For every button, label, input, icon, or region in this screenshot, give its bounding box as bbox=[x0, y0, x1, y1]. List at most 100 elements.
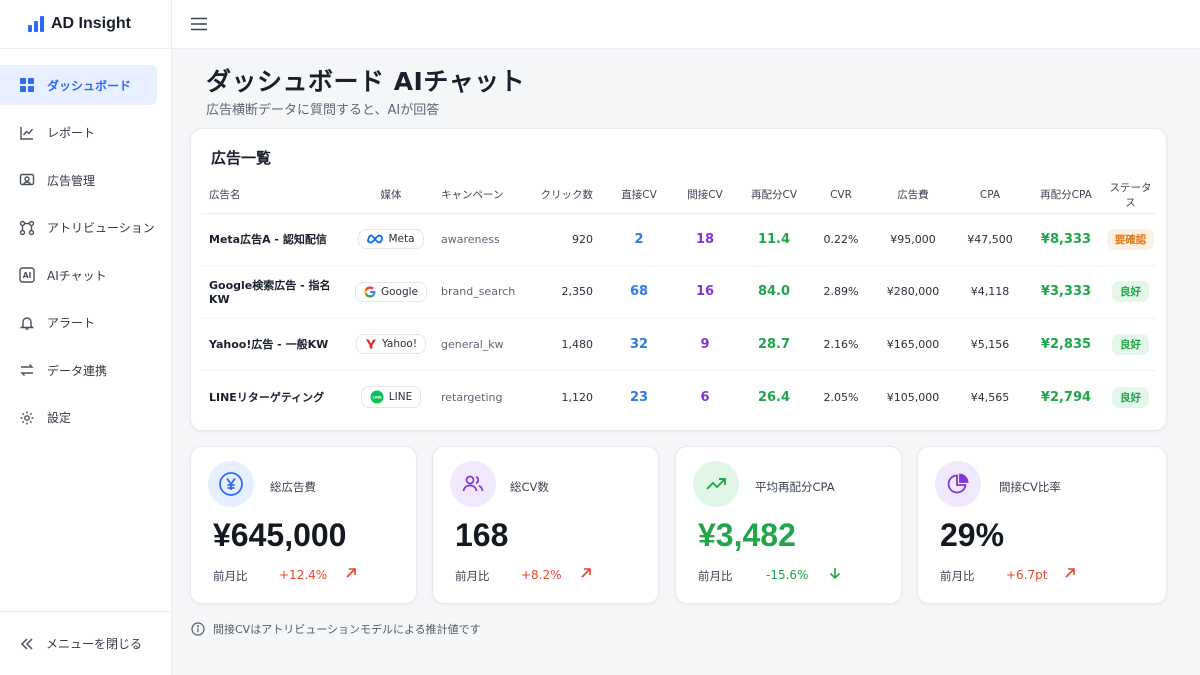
column-header[interactable]: 間接CV bbox=[671, 177, 739, 214]
ad-name[interactable]: Google検索広告 - 指名KW bbox=[201, 265, 349, 319]
column-header[interactable]: クリック数 bbox=[529, 177, 607, 214]
cpa-cell: ¥4,565 bbox=[970, 390, 1010, 404]
grid-icon bbox=[18, 76, 36, 94]
collapse-menu-button[interactable]: メニューを閉じる bbox=[0, 611, 171, 675]
gear-icon bbox=[18, 409, 36, 427]
media-chip: Yahoo! bbox=[355, 334, 427, 355]
column-header[interactable]: 広告名 bbox=[201, 177, 349, 214]
sidebar-item-data-integration[interactable]: データ連携 bbox=[0, 350, 157, 390]
column-header[interactable]: 再配分CPA bbox=[1027, 177, 1105, 214]
ads-table-title: 広告一覧 bbox=[211, 149, 272, 167]
media-cell: Meta bbox=[349, 213, 433, 266]
sidebar-item-ad-management[interactable]: 広告管理 bbox=[0, 160, 157, 200]
brand[interactable]: AD Insight bbox=[0, 0, 171, 49]
table-header-row: 広告名 媒体 キャンペーン クリック数 直接CV 間接CV 再配分CV CVR … bbox=[201, 177, 1156, 214]
media-chip: Google bbox=[354, 281, 428, 302]
kpi-card-total-cv[interactable]: 総CV数 168 前月比 +8.2% bbox=[432, 446, 659, 604]
column-header[interactable]: ステータス bbox=[1105, 177, 1156, 214]
arrow-up-right-icon bbox=[343, 565, 359, 585]
realloc-cpa-cell: ¥3,333 bbox=[1027, 265, 1105, 319]
svg-text:AI: AI bbox=[23, 271, 32, 280]
cvr-cell: 0.22% bbox=[809, 213, 873, 266]
sidebar-item-dashboard[interactable]: ダッシュボード bbox=[0, 65, 157, 105]
media-label: Meta bbox=[388, 233, 415, 246]
spend-cell: ¥280,000 bbox=[873, 265, 953, 319]
status-badge: 良好 bbox=[1112, 386, 1149, 408]
kpi-compare-label: 前月比 bbox=[213, 569, 248, 583]
kpi-card-indirect-cv-ratio[interactable]: 間接CV比率 29% 前月比 +6.7pt bbox=[917, 446, 1167, 604]
ad-name[interactable]: LINEリターゲティング bbox=[201, 371, 349, 424]
google-logo-icon bbox=[364, 286, 376, 298]
indirect-cv-cell: 18 bbox=[671, 213, 739, 266]
sidebar-item-settings[interactable]: 設定 bbox=[0, 398, 157, 438]
sync-icon bbox=[18, 361, 36, 379]
clicks-cell: 2,350 bbox=[529, 265, 607, 319]
column-header[interactable]: 媒体 bbox=[349, 177, 433, 214]
info-icon bbox=[191, 622, 205, 636]
cvr-cell: 2.05% bbox=[823, 390, 859, 404]
footnote-text: 間接CVはアトリビューションモデルによる推計値です bbox=[213, 623, 481, 636]
users-icon bbox=[450, 461, 496, 507]
media-chip: LINE LINE bbox=[360, 386, 422, 408]
yahoo-logo-icon bbox=[365, 338, 377, 350]
footnote: 間接CVはアトリビューションモデルによる推計値です bbox=[191, 621, 481, 637]
yen-icon bbox=[208, 461, 254, 507]
sidebar-item-attribution[interactable]: アトリビューション bbox=[0, 208, 157, 248]
ad-name[interactable]: Yahoo!広告 - 一般KW bbox=[201, 318, 349, 371]
status-cell: 良好 bbox=[1105, 318, 1156, 371]
hamburger-menu-icon[interactable] bbox=[190, 17, 208, 31]
kpi-card-avg-realloc-cpa[interactable]: 平均再配分CPA ¥3,482 前月比 -15.6% bbox=[675, 446, 902, 604]
sidebar-item-report[interactable]: レポート bbox=[0, 113, 157, 153]
arrow-down-icon bbox=[827, 565, 843, 585]
kpi-card-total-spend[interactable]: 総広告費 ¥645,000 前月比 +12.4% bbox=[190, 446, 417, 604]
chart-icon bbox=[18, 124, 36, 142]
campaign-cell: retargeting bbox=[441, 390, 503, 404]
page-subtitle: 広告横断データに質問すると、AIが回答 bbox=[206, 103, 440, 118]
media-label: LINE bbox=[388, 391, 413, 403]
sidebar-item-label: ダッシュボード bbox=[47, 78, 132, 93]
indirect-cv-cell: 9 bbox=[671, 318, 739, 371]
status-badge: 要確認 bbox=[1106, 228, 1155, 250]
page-title: ダッシュボード AIチャット bbox=[206, 67, 526, 96]
sidebar-item-alert[interactable]: アラート bbox=[0, 303, 157, 343]
realloc-cpa-cell: ¥2,794 bbox=[1040, 389, 1092, 405]
trend-up-icon bbox=[693, 461, 739, 507]
svg-text:LINE: LINE bbox=[372, 396, 382, 400]
kpi-compare-label: 前月比 bbox=[455, 569, 490, 583]
double-chevron-left-icon bbox=[20, 637, 34, 651]
campaign-cell: awareness bbox=[433, 213, 529, 266]
column-header[interactable]: キャンペーン bbox=[433, 177, 529, 214]
sidebar-item-label: アトリビューション bbox=[47, 221, 155, 235]
column-header[interactable]: 再配分CV bbox=[739, 177, 809, 214]
collapse-menu-label: メニューを閉じる bbox=[46, 637, 143, 651]
column-header[interactable]: CVR bbox=[809, 177, 873, 214]
clicks-cell: 920 bbox=[529, 213, 607, 266]
bell-icon bbox=[18, 314, 36, 332]
table-row[interactable]: Google検索広告 - 指名KW Google brand_search 2,… bbox=[201, 265, 1156, 319]
campaign-cell: general_kw bbox=[433, 318, 529, 371]
kpi-label: 総CV数 bbox=[510, 480, 549, 494]
sidebar-item-ai-chat[interactable]: AI AIチャット bbox=[0, 255, 157, 295]
table-row[interactable]: LINEリターゲティング LINE LINE retargeting 1,120… bbox=[201, 371, 1156, 424]
kpi-value: ¥645,000 bbox=[213, 517, 347, 553]
spend-cell: ¥105,000 bbox=[886, 390, 940, 404]
table-row[interactable]: Meta広告A - 認知配信 Meta awareness 920 2 18 1… bbox=[201, 213, 1156, 266]
line-logo-icon: LINE bbox=[370, 390, 384, 404]
column-header[interactable]: 直接CV bbox=[607, 177, 671, 214]
table-row[interactable]: Yahoo!広告 - 一般KW Yahoo! general_kw 1,480 … bbox=[201, 318, 1156, 371]
media-cell: LINE LINE bbox=[349, 371, 433, 424]
kpi-delta: +6.7pt bbox=[1006, 568, 1048, 582]
kpi-compare-label: 前月比 bbox=[698, 569, 733, 583]
ad-name[interactable]: Meta広告A - 認知配信 bbox=[201, 213, 349, 266]
column-header[interactable]: 広告費 bbox=[873, 177, 953, 214]
media-label: Google bbox=[380, 285, 419, 298]
media-cell: Google bbox=[349, 265, 433, 319]
ad-manage-icon bbox=[18, 171, 36, 189]
indirect-cv-cell: 16 bbox=[671, 265, 739, 319]
status-badge: 良好 bbox=[1112, 333, 1149, 355]
indirect-cv-cell: 6 bbox=[700, 389, 710, 405]
column-header[interactable]: CPA bbox=[953, 177, 1027, 214]
pie-icon bbox=[935, 461, 981, 507]
cvr-cell: 2.89% bbox=[809, 265, 873, 319]
realloc-cv-cell: 28.7 bbox=[739, 318, 809, 371]
